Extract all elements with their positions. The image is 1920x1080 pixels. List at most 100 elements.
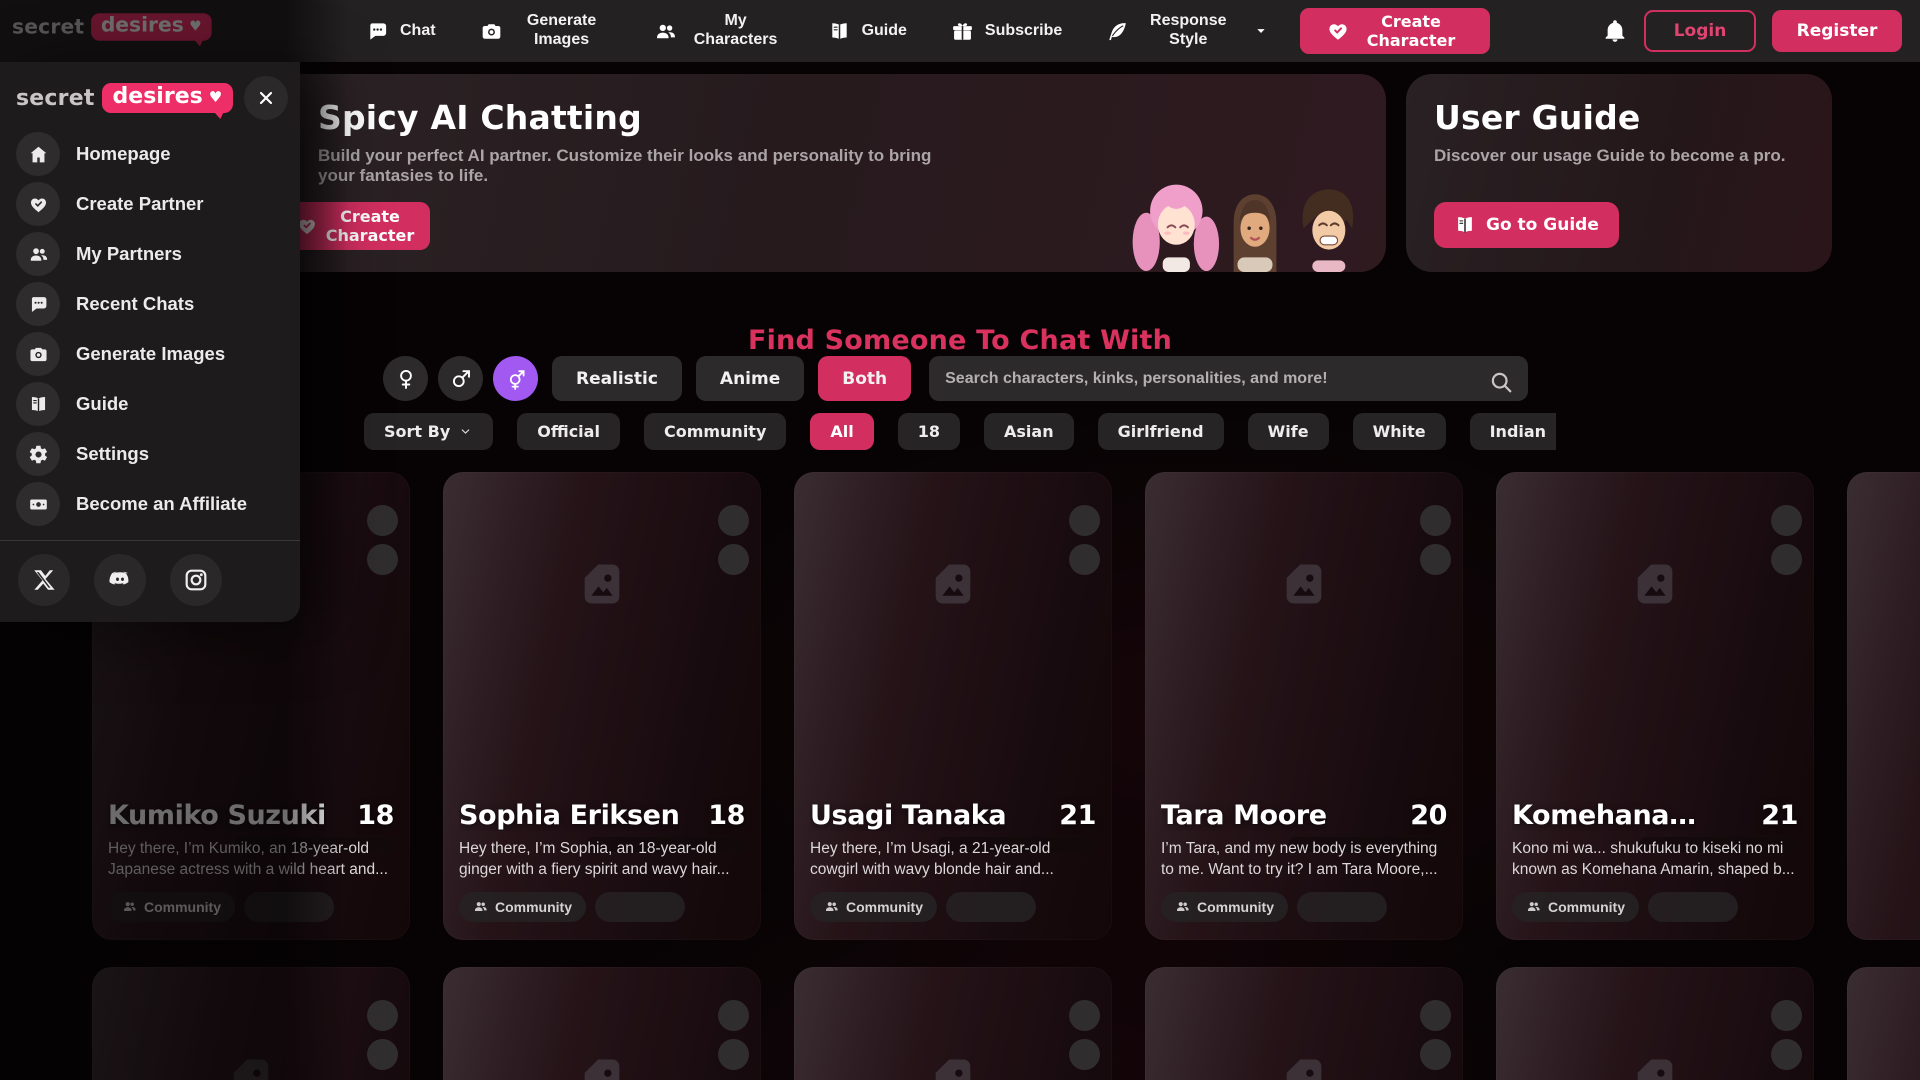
style-filter-realistic[interactable]: Realistic <box>552 356 682 401</box>
create-character-button[interactable]: Create Character <box>1300 8 1490 54</box>
gift-icon <box>951 20 974 43</box>
sidebar-item-recent-chats[interactable]: Recent Chats <box>16 282 284 326</box>
character-bio: Hey there, I’m Kumiko, an 18-year-old Ja… <box>108 840 389 878</box>
sidebar-item-generate-images[interactable]: Generate Images <box>16 332 284 376</box>
sidebar-item-homepage[interactable]: Homepage <box>16 132 284 176</box>
tag-community[interactable]: Community <box>643 413 787 450</box>
brand-logo[interactable]: secret desires ♥ <box>16 83 234 113</box>
image-placeholder-icon <box>1278 1053 1330 1080</box>
gender-filter-male[interactable] <box>438 356 483 401</box>
card-action-button[interactable] <box>1069 1039 1100 1070</box>
nav-my-characters[interactable]: My Characters <box>654 12 784 50</box>
social-discord-button[interactable] <box>94 554 146 606</box>
nav-generate-images[interactable]: Generate Images <box>480 12 610 50</box>
realistic-brunette-woman <box>1233 194 1277 272</box>
female-icon <box>394 367 418 391</box>
tag-white[interactable]: White <box>1352 413 1446 450</box>
close-drawer-button[interactable] <box>244 76 288 120</box>
sidebar-item-settings[interactable]: Settings <box>16 432 284 476</box>
character-card[interactable]: Sophia Eriksen 18 Hey there, I’m Sophia,… <box>443 472 761 940</box>
tag-all[interactable]: All <box>810 413 874 450</box>
heart-icon: ♥ <box>189 17 202 34</box>
sidebar-item-my-partners[interactable]: My Partners <box>16 232 284 276</box>
drawer-header: secret desires ♥ <box>0 76 300 120</box>
character-card[interactable] <box>1847 967 1920 1080</box>
character-age: 21 <box>1059 800 1096 831</box>
social-x-button[interactable] <box>18 554 70 606</box>
sort-by-dropdown[interactable]: Sort By <box>364 413 494 450</box>
character-card[interactable] <box>92 967 410 1080</box>
card-action-button[interactable] <box>1420 544 1451 575</box>
card-action-button[interactable] <box>1420 1039 1451 1070</box>
nav-response-style[interactable]: Response Style <box>1106 12 1269 50</box>
card-action-button[interactable] <box>1771 1000 1802 1031</box>
sidebar-item-create-partner[interactable]: Create Partner <box>16 182 284 226</box>
search-icon[interactable] <box>1488 369 1514 395</box>
character-card[interactable] <box>1496 967 1814 1080</box>
style-filter-anime[interactable]: Anime <box>695 356 805 401</box>
card-action-button[interactable] <box>718 1000 749 1031</box>
users-icon <box>1526 899 1541 914</box>
tag-indian[interactable]: Indian <box>1469 413 1556 450</box>
go-to-guide-button[interactable]: Go to Guide <box>1434 202 1619 248</box>
card-action-button[interactable] <box>367 505 398 536</box>
card-action-button[interactable] <box>367 1039 398 1070</box>
style-filter-both[interactable]: Both <box>818 356 912 401</box>
tag-asian[interactable]: Asian <box>984 413 1074 450</box>
guide-subtitle: Discover our usage Guide to become a pro… <box>1434 146 1786 165</box>
male-icon <box>449 367 473 391</box>
card-action-button[interactable] <box>367 544 398 575</box>
tag-18[interactable]: 18 <box>897 413 960 450</box>
character-card[interactable] <box>794 967 1112 1080</box>
sidebar-item-guide[interactable]: Guide <box>16 382 284 426</box>
search-box <box>929 356 1528 401</box>
nav-subscribe[interactable]: Subscribe <box>951 20 1062 43</box>
card-action-button[interactable] <box>367 1000 398 1031</box>
card-badges: Community <box>459 891 745 922</box>
card-action-button[interactable] <box>1069 544 1100 575</box>
card-action-button[interactable] <box>718 544 749 575</box>
brand-logo[interactable]: secret desires ♥ <box>12 13 212 41</box>
search-input[interactable] <box>929 356 1528 401</box>
character-card[interactable]: Tara Moore 20 I’m Tara, and my new body … <box>1145 472 1463 940</box>
top-navigation: Chat Generate Images My Characters Guide… <box>366 0 1269 62</box>
empty-badge <box>1297 891 1387 922</box>
character-card[interactable]: Komehana… 21 Kono mi wa... shukufuku to … <box>1496 472 1814 940</box>
card-action-button[interactable] <box>1771 544 1802 575</box>
heart-icon: ♥ <box>208 87 223 106</box>
card-action-button[interactable] <box>1069 505 1100 536</box>
card-action-button[interactable] <box>1420 1000 1451 1031</box>
close-icon <box>256 88 276 108</box>
card-badges: Community <box>1161 891 1447 922</box>
character-card[interactable]: Usagi Tanaka 21 Hey there, I’m Usagi, a … <box>794 472 1112 940</box>
card-title-row: Kumiko Suzuki 18 <box>108 800 394 831</box>
sidebar-item-become-affiliate[interactable]: Become an Affiliate <box>16 482 284 526</box>
register-button[interactable]: Register <box>1772 10 1902 52</box>
tag-wife[interactable]: Wife <box>1247 413 1329 450</box>
social-instagram-button[interactable] <box>170 554 222 606</box>
gender-filter-both[interactable] <box>493 356 538 401</box>
nav-guide[interactable]: Guide <box>828 20 907 43</box>
card-action-button[interactable] <box>718 1039 749 1070</box>
character-card[interactable] <box>443 967 761 1080</box>
nav-chat[interactable]: Chat <box>366 20 436 43</box>
gender-filter-female[interactable] <box>383 356 428 401</box>
tag-official[interactable]: Official <box>517 413 620 450</box>
card-title-row: Usagi Tanaka 21 <box>810 800 1096 831</box>
card-action-button[interactable] <box>1420 505 1451 536</box>
character-bio: Hey there, I’m Usagi, a 21-year-old cowg… <box>810 840 1054 878</box>
image-placeholder-icon <box>927 1053 979 1080</box>
login-button[interactable]: Login <box>1644 10 1756 52</box>
tag-girlfriend[interactable]: Girlfriend <box>1097 413 1224 450</box>
card-action-button[interactable] <box>1771 505 1802 536</box>
character-bio: Hey there, I’m Sophia, an 18-year-old gi… <box>459 840 730 878</box>
empty-badge <box>244 891 334 922</box>
hero-create-character-button[interactable]: Create Character <box>282 202 430 250</box>
heart-check-icon <box>16 182 60 226</box>
character-card[interactable] <box>1145 967 1463 1080</box>
notifications-bell-icon[interactable] <box>1602 18 1628 44</box>
card-action-button[interactable] <box>1771 1039 1802 1070</box>
character-card[interactable] <box>1847 472 1920 940</box>
card-action-button[interactable] <box>1069 1000 1100 1031</box>
card-action-button[interactable] <box>718 505 749 536</box>
